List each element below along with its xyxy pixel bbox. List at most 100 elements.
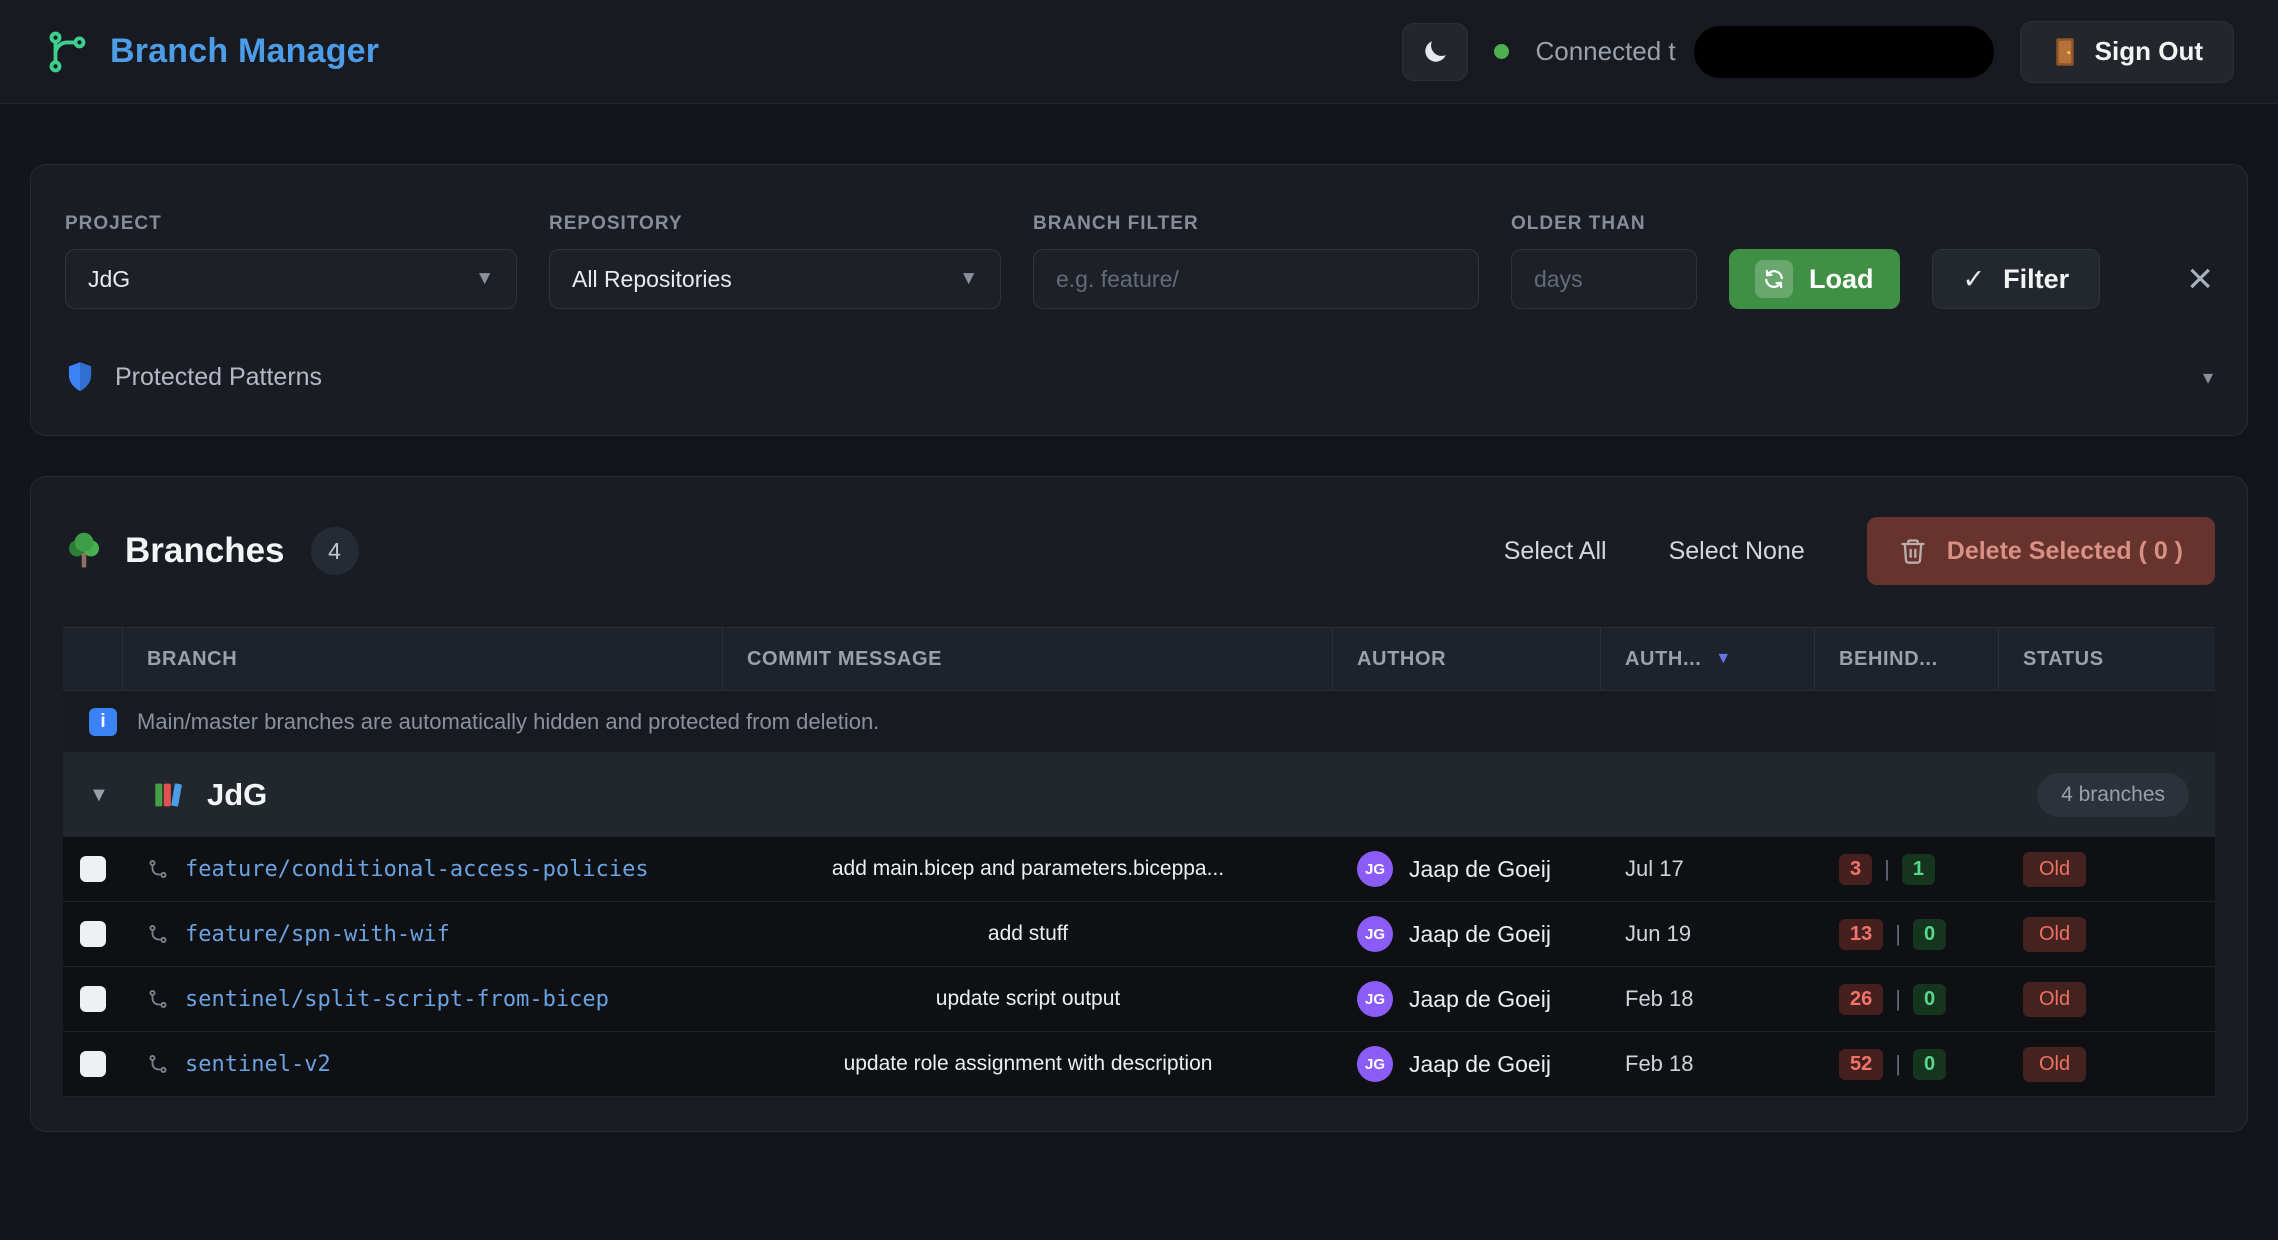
tree-icon <box>63 530 105 572</box>
filter-button[interactable]: ✓ Filter <box>1932 249 2101 309</box>
author-avatar: JG <box>1357 851 1393 887</box>
delete-selected-label: Delete Selected ( 0 ) <box>1947 537 2183 566</box>
protected-patterns-label: Protected Patterns <box>115 363 322 392</box>
connection-status-text: Connected t <box>1535 36 1675 67</box>
column-header-branch: BRANCH <box>123 628 723 690</box>
chevron-down-icon: ▼ <box>89 784 129 807</box>
status-badge: Old <box>2023 917 2086 952</box>
sign-out-button[interactable]: Sign Out <box>2020 21 2234 83</box>
badge-separator: | <box>1884 856 1890 882</box>
row-checkbox[interactable] <box>80 921 106 947</box>
connection-status-dot <box>1494 44 1509 59</box>
column-header-authored[interactable]: AUTH... ▼ <box>1601 628 1815 690</box>
author-name: Jaap de Goeij <box>1409 986 1551 1013</box>
older-than-input[interactable] <box>1511 249 1697 309</box>
older-than-label: OLDER THAN <box>1511 213 1697 235</box>
behind-count-badge: 3 <box>1839 854 1872 885</box>
project-label: PROJECT <box>65 213 517 235</box>
refresh-icon <box>1755 260 1793 298</box>
chevron-down-icon: ▼ <box>475 268 494 290</box>
ahead-count-badge: 1 <box>1902 854 1935 885</box>
commit-message: add stuff <box>723 902 1333 966</box>
branch-logo-icon <box>44 29 90 75</box>
column-header-commit-message: COMMIT MESSAGE <box>723 628 1333 690</box>
branch-filter-label: BRANCH FILTER <box>1033 213 1479 235</box>
branch-link[interactable]: sentinel-v2 <box>185 1052 331 1077</box>
commit-message: update script output <box>723 967 1333 1031</box>
column-header-behind: BEHIND... <box>1815 628 1999 690</box>
table-row: feature/conditional-access-policies add … <box>63 837 2215 902</box>
commit-message: add main.bicep and parameters.biceppa... <box>723 837 1333 901</box>
column-header-author: AUTHOR <box>1333 628 1601 690</box>
authored-date: Feb 18 <box>1601 967 1815 1031</box>
repository-select-value: All Repositories <box>572 266 732 293</box>
table-row: sentinel/split-script-from-bicep update … <box>63 967 2215 1032</box>
project-group-row[interactable]: ▼ JdG 4 branches <box>63 753 2215 837</box>
select-none-button[interactable]: Select None <box>1669 537 1805 566</box>
authored-date: Jun 19 <box>1601 902 1815 966</box>
door-icon <box>2051 37 2079 67</box>
branch-link[interactable]: feature/spn-with-wif <box>185 922 450 947</box>
badge-separator: | <box>1895 986 1901 1012</box>
load-button[interactable]: Load <box>1729 249 1900 309</box>
git-branch-icon <box>147 988 169 1010</box>
load-label: Load <box>1809 264 1874 295</box>
check-icon: ✓ <box>1963 264 1986 295</box>
row-checkbox[interactable] <box>80 856 106 882</box>
status-badge: Old <box>2023 982 2086 1017</box>
shield-icon <box>65 361 95 393</box>
table-body: feature/conditional-access-policies add … <box>63 837 2215 1097</box>
behind-count-badge: 52 <box>1839 1049 1883 1080</box>
repository-select[interactable]: All Repositories ▼ <box>549 249 1001 309</box>
trash-icon <box>1899 537 1927 565</box>
app-header: Branch Manager Connected t Sign Out <box>0 0 2278 104</box>
commit-message: update role assignment with description <box>723 1032 1333 1096</box>
row-checkbox[interactable] <box>80 1051 106 1077</box>
moon-icon <box>1420 37 1450 67</box>
close-icon[interactable]: × <box>2187 257 2213 309</box>
author-avatar: JG <box>1357 981 1393 1017</box>
ahead-count-badge: 0 <box>1913 1049 1946 1080</box>
badge-separator: | <box>1895 921 1901 947</box>
protected-patterns-toggle[interactable]: Protected Patterns ▾ <box>65 361 2213 393</box>
branches-title: Branches <box>125 531 285 571</box>
select-all-button[interactable]: Select All <box>1504 537 1607 566</box>
git-branch-icon <box>147 858 169 880</box>
badge-separator: | <box>1895 1051 1901 1077</box>
chevron-down-icon: ▼ <box>959 268 978 290</box>
column-header-status: STATUS <box>1999 628 2215 690</box>
table-header-row: BRANCH COMMIT MESSAGE AUTHOR AUTH... ▼ B… <box>63 627 2215 691</box>
author-avatar: JG <box>1357 1046 1393 1082</box>
delete-selected-button[interactable]: Delete Selected ( 0 ) <box>1867 517 2215 585</box>
sort-desc-icon: ▼ <box>1715 650 1731 668</box>
ahead-count-badge: 0 <box>1913 984 1946 1015</box>
info-banner: i Main/master branches are automatically… <box>63 691 2215 753</box>
status-badge: Old <box>2023 852 2086 887</box>
filter-panel: PROJECT JdG ▼ REPOSITORY All Repositorie… <box>30 164 2248 436</box>
repository-label: REPOSITORY <box>549 213 1001 235</box>
authored-date: Jul 17 <box>1601 837 1815 901</box>
behind-count-badge: 26 <box>1839 984 1883 1015</box>
filter-label: Filter <box>2003 264 2069 295</box>
behind-count-badge: 13 <box>1839 919 1883 950</box>
branch-link[interactable]: feature/conditional-access-policies <box>185 857 649 882</box>
app-title: Branch Manager <box>110 32 379 71</box>
checkbox-column-header <box>63 628 123 690</box>
author-name: Jaap de Goeij <box>1409 856 1551 883</box>
app-logo: Branch Manager <box>44 29 379 75</box>
project-group-count-badge: 4 branches <box>2037 773 2189 817</box>
ahead-count-badge: 0 <box>1913 919 1946 950</box>
git-branch-icon <box>147 923 169 945</box>
status-badge: Old <box>2023 1047 2086 1082</box>
row-checkbox[interactable] <box>80 986 106 1012</box>
branch-link[interactable]: sentinel/split-script-from-bicep <box>185 987 609 1012</box>
info-message: Main/master branches are automatically h… <box>137 709 879 735</box>
theme-toggle-button[interactable] <box>1402 23 1468 81</box>
info-icon: i <box>89 708 117 736</box>
repository-icon <box>151 778 185 812</box>
project-group-name: JdG <box>207 777 267 813</box>
project-select[interactable]: JdG ▼ <box>65 249 517 309</box>
branches-panel: Branches 4 Select All Select None Delete… <box>30 476 2248 1132</box>
redacted-connection-target <box>1694 26 1994 78</box>
branch-filter-input[interactable] <box>1033 249 1479 309</box>
